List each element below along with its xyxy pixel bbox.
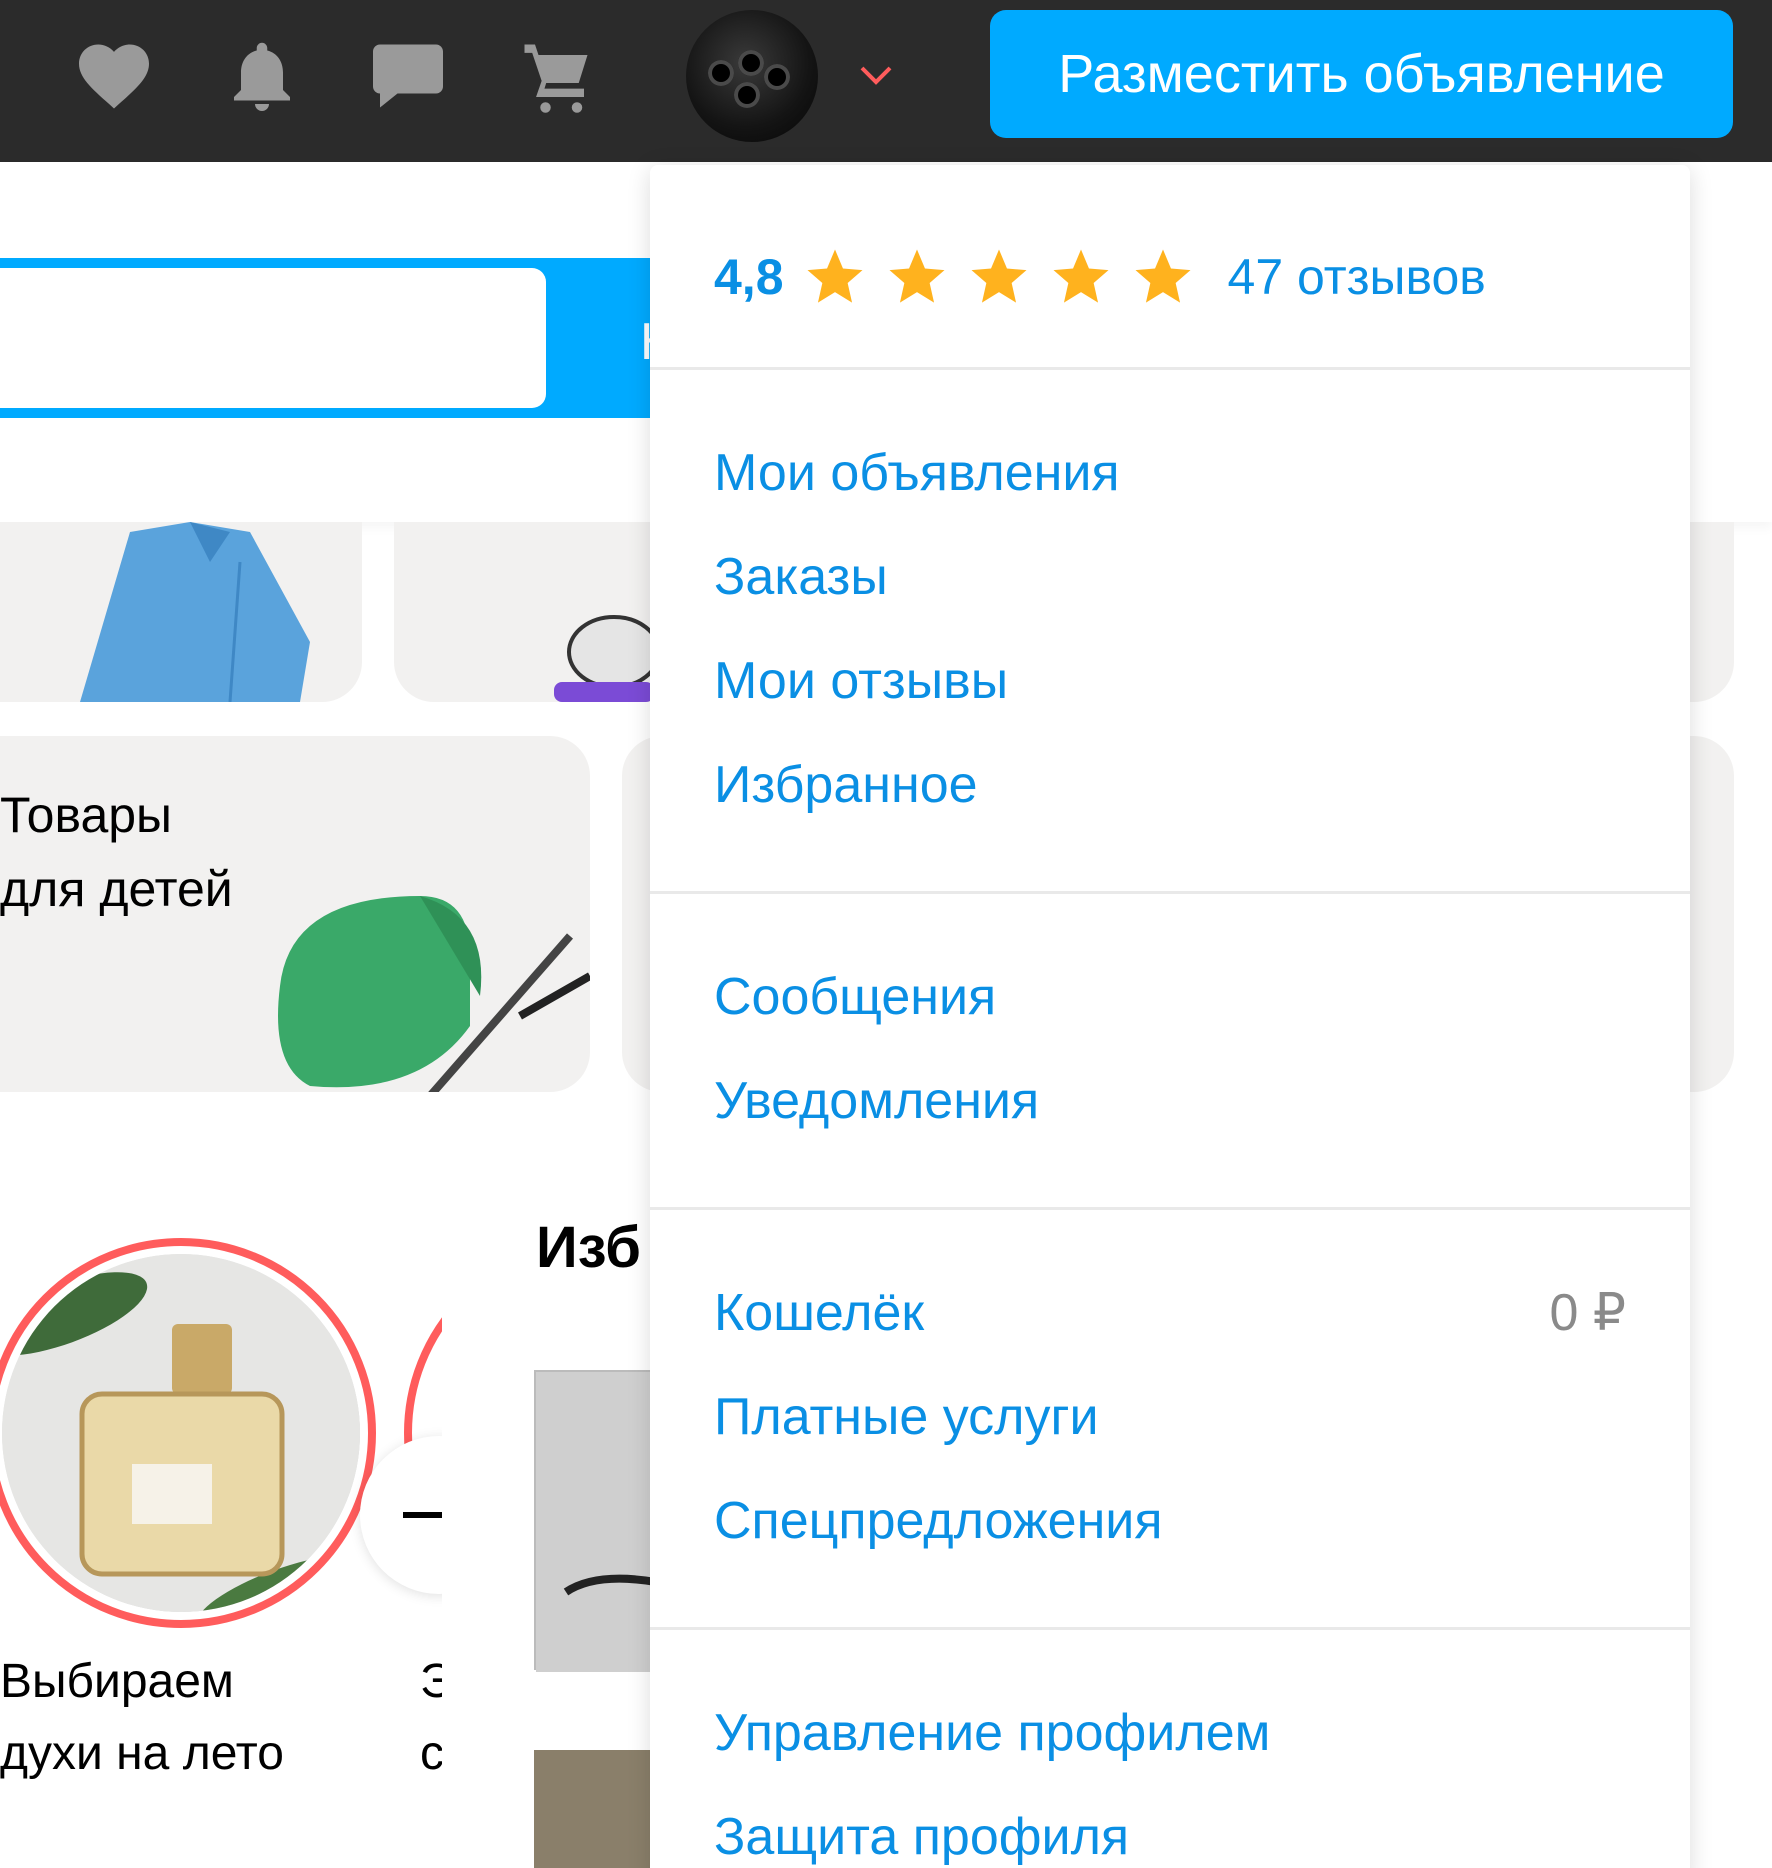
cart-icon[interactable] <box>514 34 598 118</box>
chat-icon[interactable] <box>366 34 450 118</box>
menu-item-favorites[interactable]: Избранное <box>714 753 978 817</box>
menu-item-paid-services[interactable]: Платные услуги <box>714 1385 1099 1449</box>
divider <box>650 1207 1690 1210</box>
menu-item-notifications[interactable]: Уведомления <box>714 1069 1039 1133</box>
story-image-perfume[interactable] <box>2 1254 360 1612</box>
menu-item-orders[interactable]: Заказы <box>714 545 888 609</box>
favorite-item-image-2[interactable] <box>534 1750 654 1868</box>
menu-item-my-reviews[interactable]: Мои отзывы <box>714 649 1008 713</box>
profile-dropdown: 4,8 47 отзывов Мои объявления Заказы Мои… <box>650 165 1690 1868</box>
wallet-amount: 0 ₽ <box>1549 1284 1626 1342</box>
divider <box>650 367 1690 370</box>
story-caption-perfume: Выбираем духи на лето <box>0 1655 284 1780</box>
chevron-down-icon[interactable] <box>858 60 894 90</box>
category-card-edge <box>1690 522 1734 702</box>
category-card-sport[interactable] <box>394 522 650 702</box>
search-input[interactable] <box>0 268 546 408</box>
glasses-image <box>536 1372 657 1672</box>
category-card-clothes[interactable] <box>0 522 362 702</box>
divider <box>650 891 1690 894</box>
shirt-image <box>80 522 310 702</box>
star-icon <box>971 249 1027 303</box>
menu-item-messages[interactable]: Сообщения <box>714 965 996 1029</box>
top-bar: Разместить объявление <box>0 0 1772 162</box>
menu-item-wallet[interactable]: Кошелёк <box>714 1281 924 1345</box>
perfume-image <box>2 1254 360 1612</box>
star-icon <box>807 249 863 303</box>
post-ad-button[interactable]: Разместить объявление <box>990 10 1733 138</box>
bell-icon[interactable] <box>220 34 304 118</box>
category-title-kids: Товары для детей <box>0 787 233 917</box>
star-icon <box>889 249 945 303</box>
rating-row: 4,8 47 отзывов <box>714 237 1486 317</box>
heart-icon[interactable] <box>72 34 156 118</box>
menu-item-special-offers[interactable]: Спецпредложения <box>714 1489 1163 1553</box>
skates-image <box>554 615 650 702</box>
rating-value: 4,8 <box>714 249 784 305</box>
favorite-item-image[interactable] <box>534 1370 657 1672</box>
avatar[interactable] <box>686 10 818 142</box>
menu-item-profile-settings[interactable]: Управление профилем <box>714 1701 1270 1765</box>
menu-item-my-ads[interactable]: Мои объявления <box>714 441 1120 505</box>
reviews-link[interactable]: 47 отзывов <box>1228 248 1486 306</box>
star-icon <box>1135 249 1191 303</box>
section-title-favorites: Изб <box>536 1215 641 1280</box>
star-icon <box>1053 249 1109 303</box>
stroller-image <box>278 896 590 1092</box>
divider <box>650 1627 1690 1630</box>
menu-item-profile-security[interactable]: Защита профиля <box>714 1805 1129 1868</box>
category-card-kids[interactable]: Товары для детей <box>0 736 590 1092</box>
